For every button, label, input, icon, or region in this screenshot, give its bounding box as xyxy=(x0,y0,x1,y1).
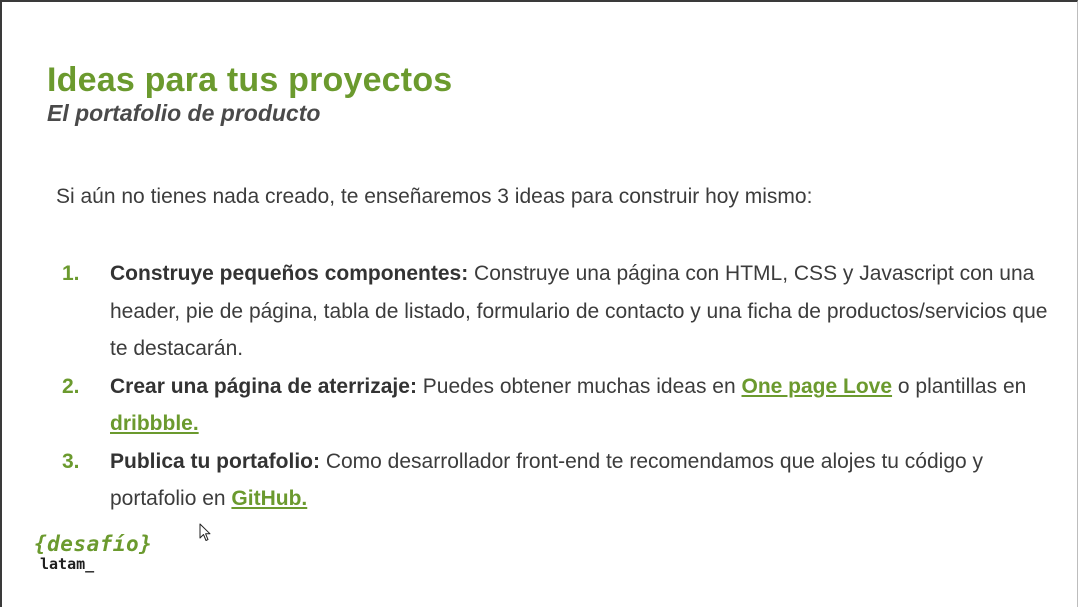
dribbble-link[interactable]: dribbble. xyxy=(110,412,199,435)
slide-frame: Ideas para tus proyectos El portafolio d… xyxy=(0,0,1078,607)
intro-text: Si aún no tienes nada creado, te enseñar… xyxy=(56,185,813,208)
github-link[interactable]: GitHub. xyxy=(231,487,307,510)
list-item-text: Crear una página de aterrizaje: Puedes o… xyxy=(110,368,1052,443)
list-item-heading: Construye pequeños componentes: xyxy=(110,262,469,285)
list-item: 3. Publica tu portafolio: Como desarroll… xyxy=(62,443,1052,518)
page-title: Ideas para tus proyectos xyxy=(47,61,453,99)
desafio-latam-logo: {desafío} latam_ xyxy=(34,534,152,572)
list-item-text: Publica tu portafolio: Como desarrollado… xyxy=(110,443,1052,518)
page-subtitle: El portafolio de producto xyxy=(47,100,321,126)
mouse-pointer-icon xyxy=(199,523,211,541)
list-item-heading: Crear una página de aterrizaje: xyxy=(110,374,417,398)
list-number: 2. xyxy=(62,374,80,398)
list-item-text: Construye pequeños componentes: Construy… xyxy=(110,255,1052,368)
list-number: 3. xyxy=(62,449,80,473)
list-item: 2. Crear una página de aterrizaje: Puede… xyxy=(62,368,1052,443)
list-number: 1. xyxy=(62,262,80,285)
list-item-body: Puedes obtener muchas ideas en xyxy=(416,374,742,398)
list-item-heading: Publica tu portafolio: xyxy=(110,449,320,473)
list-item-body: o plantillas en xyxy=(892,374,1027,398)
ideas-list: 1. Construye pequeños componentes: Const… xyxy=(62,255,1052,518)
logo-wordmark-top: {desafío} xyxy=(34,532,153,556)
logo-wordmark-bottom: latam_ xyxy=(40,555,95,573)
one-page-love-link[interactable]: One page Love xyxy=(742,375,893,398)
list-item: 1. Construye pequeños componentes: Const… xyxy=(62,255,1052,368)
